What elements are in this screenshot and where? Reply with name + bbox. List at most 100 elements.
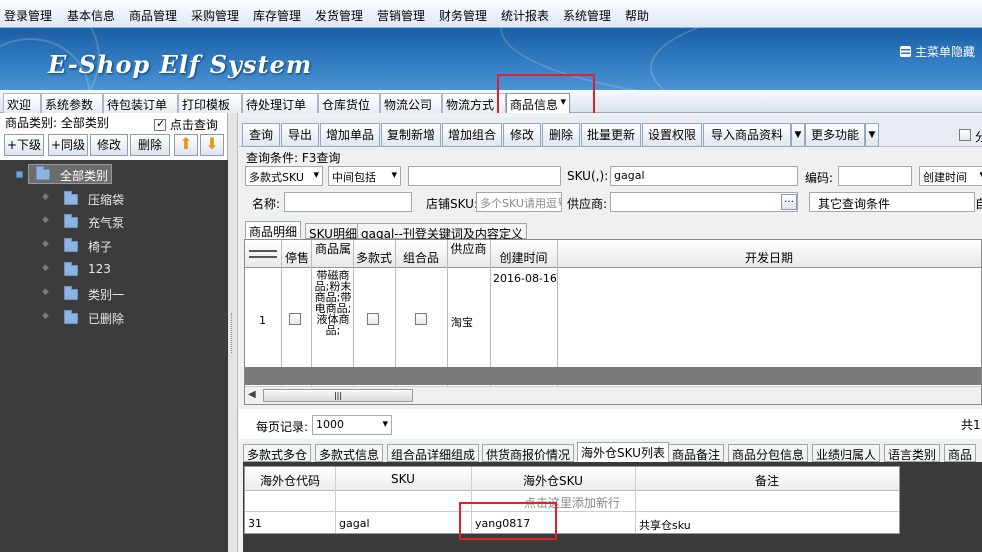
col-multi-style[interactable]: 多款式	[353, 249, 395, 266]
scroll-thumb[interactable]: |||	[263, 389, 413, 402]
tab-multi-style-info[interactable]: 多款式信息	[315, 444, 384, 462]
menu-help[interactable]: 帮助	[625, 7, 649, 24]
delete-button[interactable]: 删除	[542, 123, 580, 147]
note-cell[interactable]: 共享仓sku	[639, 517, 691, 533]
move-up-icon[interactable]: ⬆	[174, 134, 198, 156]
tree-root-label[interactable]: 全部类别	[60, 167, 108, 184]
sku-input[interactable]: gagal	[610, 166, 798, 186]
name-label: 名称:	[252, 197, 281, 211]
tab-overseas-sku[interactable]: 海外仓SKU列表	[577, 442, 669, 462]
copy-add-button[interactable]: 复制新增	[381, 123, 441, 147]
set-permission-button[interactable]: 设置权限	[642, 123, 702, 147]
combo-checkbox[interactable]	[415, 313, 427, 325]
import-product-button[interactable]: 导入商品资料	[703, 123, 791, 147]
tree-item[interactable]: 类别一	[88, 286, 124, 303]
col-supplier[interactable]: 供应商	[447, 240, 490, 257]
match-mode-select[interactable]: 中间包括	[328, 166, 401, 186]
supplier-browse-button[interactable]: …	[781, 194, 797, 210]
tab-welcome[interactable]: 欢迎	[3, 93, 41, 113]
menu-basic-info[interactable]: 基本信息	[67, 7, 115, 24]
import-dropdown-icon[interactable]: ▼	[791, 123, 805, 147]
menu-product[interactable]: 商品管理	[129, 7, 177, 24]
col-note[interactable]: 备注	[635, 472, 899, 489]
panel-splitter[interactable]	[228, 113, 238, 552]
click-query-checkbox[interactable]: ✓	[154, 117, 166, 131]
menu-inventory[interactable]: 库存管理	[253, 7, 301, 24]
tab-print-template[interactable]: 打印模板	[178, 93, 242, 113]
tree-item[interactable]: 已删除	[88, 310, 124, 327]
tab-warehouse[interactable]: 仓库货位	[318, 93, 380, 113]
tab-keyword-definition[interactable]: gagal--刊登关键词及内容定义	[357, 223, 527, 241]
menu-marketing[interactable]: 营销管理	[377, 7, 425, 24]
hide-menu-link[interactable]: 主菜单隐藏	[900, 43, 975, 60]
delete-category-button[interactable]: 删除	[130, 134, 170, 156]
more-dropdown-icon[interactable]: ▼	[865, 123, 879, 147]
tab-pending-orders[interactable]: 待处理订单	[242, 93, 318, 113]
stop-sale-checkbox[interactable]	[289, 313, 301, 325]
edit-button[interactable]: 修改	[503, 123, 541, 147]
edit-category-button[interactable]: 修改	[90, 134, 128, 156]
menu-finance[interactable]: 财务管理	[439, 7, 487, 24]
tab-multi-warehouse[interactable]: 多款式多仓	[243, 444, 312, 462]
tab-product-more[interactable]: 商品	[944, 444, 977, 462]
supplier-label: 供应商:	[567, 197, 608, 211]
col-sku[interactable]: SKU	[335, 472, 471, 486]
add-combo-button[interactable]: 增加组合	[442, 123, 502, 147]
tab-sku-detail[interactable]: SKU明细	[305, 223, 361, 241]
code-input[interactable]	[838, 166, 912, 186]
menu-shipping[interactable]: 发货管理	[315, 7, 363, 24]
create-time-select[interactable]: 创建时间	[919, 166, 982, 186]
col-dev-date[interactable]: 开发日期	[557, 249, 981, 266]
tab-product-note[interactable]: 商品备注	[668, 444, 725, 462]
batch-update-button[interactable]: 批量更新	[581, 123, 641, 147]
tab-pending-pack[interactable]: 待包装订单	[103, 93, 178, 113]
more-functions-button[interactable]: 更多功能	[805, 123, 865, 147]
warehouse-code-cell[interactable]: 31	[248, 517, 262, 530]
col-attributes[interactable]: 商品属	[312, 240, 354, 257]
supplier-input[interactable]	[610, 192, 798, 212]
tab-language[interactable]: 语言类别	[884, 444, 941, 462]
click-query-toggle[interactable]: ✓ 点击查询	[154, 116, 218, 133]
sku-cell[interactable]: gagal	[339, 517, 370, 530]
menu-login[interactable]: 登录管理	[4, 7, 52, 24]
col-combo[interactable]: 组合品	[395, 249, 447, 266]
tab-logistics-company[interactable]: 物流公司	[380, 93, 442, 113]
move-down-icon[interactable]: ⬇	[200, 134, 224, 156]
col-overseas-sku[interactable]: 海外仓SKU	[471, 472, 635, 489]
add-child-button[interactable]: +下级	[4, 134, 44, 156]
multi-sku-select[interactable]: 多款式SKU	[245, 166, 323, 186]
tab-product-detail[interactable]: 商品明细	[245, 221, 302, 239]
name-input[interactable]	[284, 192, 412, 212]
horizontal-scrollbar[interactable]: ◀ |||	[245, 386, 981, 404]
col-created[interactable]: 创建时间	[490, 249, 557, 266]
export-button[interactable]: 导出	[281, 123, 319, 147]
shop-sku-input[interactable]: 多个SKU请用逗号	[476, 192, 562, 212]
tree-item[interactable]: 压缩袋	[88, 191, 124, 208]
other-conditions-input[interactable]: 其它查询条件	[809, 192, 975, 212]
tree-item[interactable]: 椅子	[88, 238, 112, 255]
tree-item[interactable]: 123	[88, 262, 111, 276]
scroll-left-icon[interactable]: ◀	[248, 389, 256, 400]
split-checkbox[interactable]	[959, 129, 971, 141]
menu-purchase[interactable]: 采购管理	[191, 7, 239, 24]
menu-system[interactable]: 系统管理	[563, 7, 611, 24]
keyword-input[interactable]	[408, 166, 561, 186]
tab-combo-detail[interactable]: 组合品详细组成	[387, 444, 480, 462]
created-cell: 2016-08-16	[493, 272, 557, 285]
page-size-select[interactable]: 1000	[312, 415, 392, 435]
col-stop-sale[interactable]: 停售	[283, 249, 311, 266]
menu-reports[interactable]: 统计报表	[501, 7, 549, 24]
annotation-box-sku	[459, 502, 557, 540]
tab-supplier-quote[interactable]: 供货商报价情况	[482, 444, 575, 462]
tab-packaging-info[interactable]: 商品分包信息	[728, 444, 809, 462]
add-row-link[interactable]: 点击这里添加新行	[245, 494, 899, 511]
tree-expand-icon[interactable]	[16, 171, 23, 178]
add-single-button[interactable]: 增加单品	[320, 123, 380, 147]
multi-style-checkbox[interactable]	[367, 313, 379, 325]
tab-performance-owner[interactable]: 业绩归属人	[812, 444, 881, 462]
col-warehouse-code[interactable]: 海外仓代码	[245, 472, 335, 489]
tree-item[interactable]: 充气泵	[88, 214, 124, 231]
add-sibling-button[interactable]: +同级	[48, 134, 88, 156]
tab-system-params[interactable]: 系统参数	[41, 93, 103, 113]
query-button[interactable]: 查询	[242, 123, 280, 147]
